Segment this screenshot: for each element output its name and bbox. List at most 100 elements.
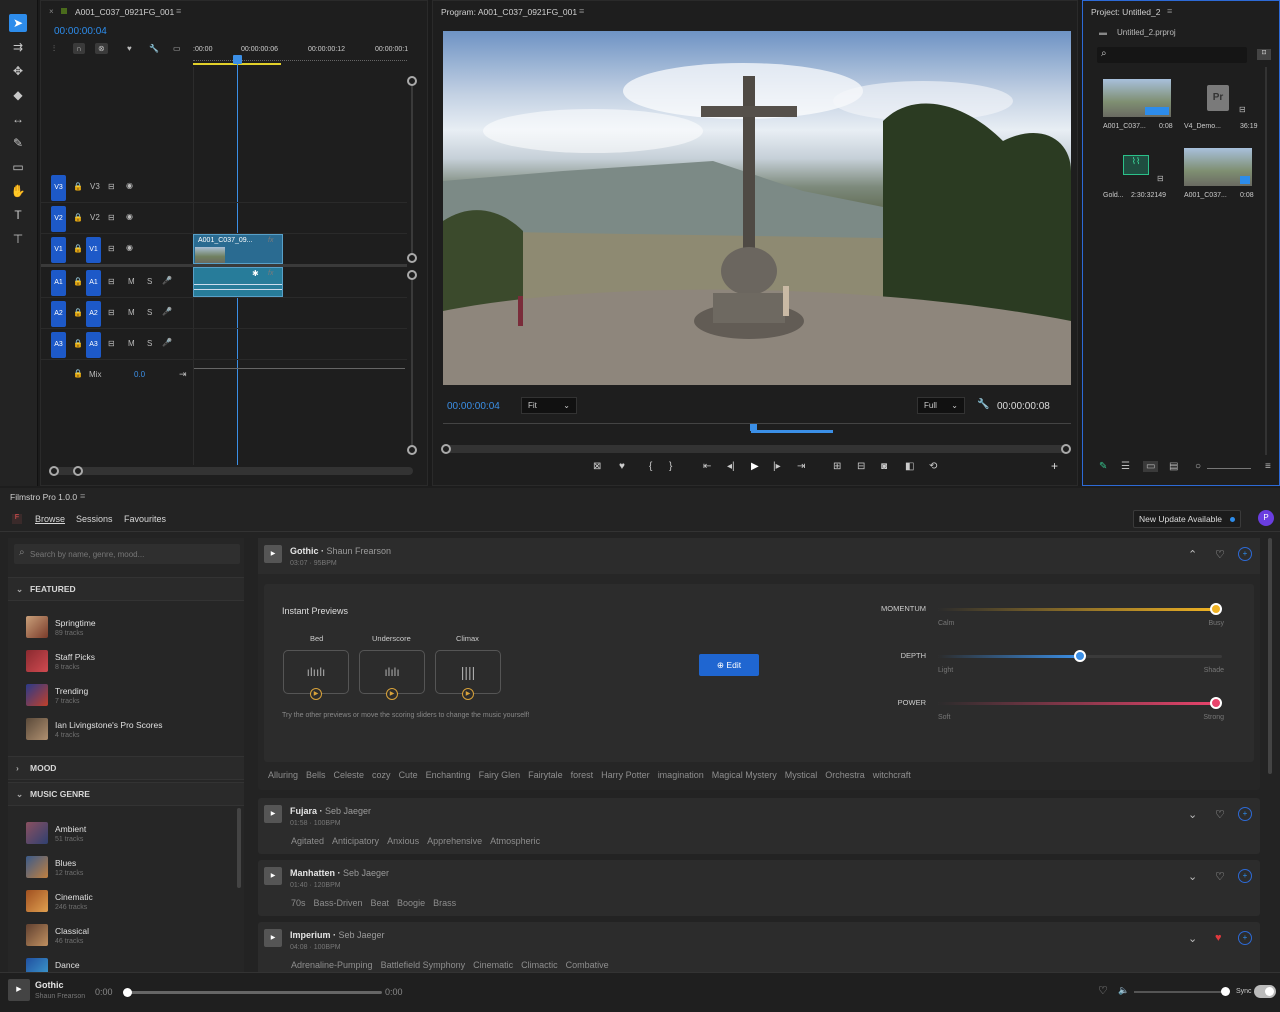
menu-icon[interactable]: ≡ (579, 6, 584, 16)
tag[interactable]: Cute (399, 770, 418, 780)
play-icon[interactable]: ▶ (264, 929, 282, 947)
mute-button[interactable]: M (128, 339, 135, 348)
tag[interactable]: imagination (658, 770, 704, 780)
tag[interactable]: Alluring (268, 770, 298, 780)
go-to-out-icon[interactable]: ⇥ (797, 461, 805, 472)
monitor-ruler[interactable] (443, 423, 1071, 435)
resolution-select[interactable]: Full ⌄ (917, 397, 965, 414)
lift-icon[interactable]: ⊞ (833, 461, 841, 472)
project-title[interactable]: Project: Untitled_2 (1091, 7, 1160, 17)
sync-lock-icon[interactable]: ⊟ (108, 182, 115, 191)
tag[interactable]: cozy (372, 770, 391, 780)
razor-tool-icon[interactable]: ◆ (9, 86, 27, 104)
tag[interactable]: 70s (291, 898, 306, 908)
wrench-icon[interactable]: 🔧 (977, 399, 989, 410)
monitor-playhead[interactable] (750, 424, 757, 431)
volume-icon[interactable]: 🔈 (1118, 985, 1129, 996)
video-scrollbar[interactable] (411, 86, 413, 254)
tag[interactable]: Climactic (521, 960, 558, 970)
play-icon[interactable]: ▶ (264, 545, 282, 563)
thumbnail-size-slider[interactable] (1207, 468, 1251, 469)
project-item-name[interactable]: A001_C037... (1103, 123, 1146, 130)
mic-icon[interactable]: 🎤 (162, 338, 172, 347)
audio-file-icon[interactable]: ⌇⌇ (1123, 155, 1149, 175)
tag[interactable]: Combative (566, 960, 609, 970)
track-source-a2[interactable]: A2 (86, 301, 101, 327)
project-search[interactable]: ⌕ (1097, 47, 1247, 63)
project-item-name[interactable]: A001_C037... (1184, 192, 1227, 199)
premiere-project-icon[interactable]: Pr (1207, 85, 1229, 111)
step-back-icon[interactable]: ◂| (727, 461, 735, 472)
track-card-expanded[interactable]: ▶ Gothic · Shaun Frearson 03:07 · 95BPM … (258, 538, 1260, 790)
mute-button[interactable]: M (128, 277, 135, 286)
tag[interactable]: Bells (306, 770, 326, 780)
lock-icon[interactable]: 🔒 (73, 213, 83, 222)
zoom-handle[interactable] (73, 466, 83, 476)
pencil-icon[interactable]: ✎ (1099, 461, 1107, 472)
tag[interactable]: Fairy Glen (479, 770, 521, 780)
add-marker-icon[interactable]: ♥ (619, 461, 625, 472)
tag[interactable]: Adrenaline-Pumping (291, 960, 373, 970)
go-to-in-icon[interactable]: ⇤ (703, 461, 711, 472)
step-forward-icon[interactable]: |▸ (773, 461, 781, 472)
scroll-handle[interactable] (407, 253, 417, 263)
tag[interactable]: Brass (433, 898, 456, 908)
tag[interactable]: Cinematic (473, 960, 513, 970)
snap-icon[interactable]: ∩ (73, 43, 85, 54)
tag[interactable]: Bass-Driven (314, 898, 363, 908)
tag[interactable]: Harry Potter (601, 770, 650, 780)
mix-lock-icon[interactable]: 🔒 (73, 369, 83, 378)
chevron-up-icon[interactable]: ⌃ (1188, 548, 1197, 561)
tag[interactable]: forest (571, 770, 594, 780)
chevron-down-icon[interactable]: ⌄ (1188, 932, 1197, 945)
track-card[interactable]: ▶ Fujara · Seb Jaeger 01:58 · 100BPM Agitat… (258, 798, 1260, 854)
mic-icon[interactable]: 🎤 (162, 307, 172, 316)
scroll-handle[interactable] (441, 444, 451, 454)
play-icon[interactable]: ▶ (264, 805, 282, 823)
tag[interactable]: Enchanting (426, 770, 471, 780)
linked-selection-icon[interactable]: ⊗ (95, 43, 108, 54)
featured-item[interactable]: Staff Picks 8 tracks (26, 650, 236, 680)
solo-button[interactable]: S (147, 339, 152, 348)
sequence-title[interactable]: A001_C037_0921FG_001 (75, 7, 174, 17)
track-target-a1[interactable]: A1 (51, 270, 66, 296)
sync-lock-icon[interactable]: ⊟ (108, 244, 115, 253)
volume-knob[interactable] (1221, 987, 1230, 996)
lock-icon[interactable]: 🔒 (73, 308, 83, 317)
solo-button[interactable]: S (147, 277, 152, 286)
monitor-scrollbar[interactable] (443, 445, 1071, 453)
monitor-title[interactable]: Program: A001_C037_0921FG_001 (441, 7, 577, 17)
tag[interactable]: Orchestra (825, 770, 865, 780)
genre-item[interactable]: Blues 12 tracks (26, 856, 236, 886)
zoom-handle[interactable] (49, 466, 59, 476)
caption-tool-icon[interactable]: ⊤ (9, 230, 27, 248)
player-play-icon[interactable]: ▶ (8, 979, 30, 1001)
track-source-a3[interactable]: A3 (86, 332, 101, 358)
play-icon[interactable]: ▶ (462, 688, 474, 700)
track-target-v3[interactable]: V3 (51, 175, 66, 201)
track-target-v1[interactable]: V1 (51, 237, 66, 263)
tab-favourites[interactable]: Favourites (124, 514, 166, 524)
sidebar-scrollbar[interactable] (237, 808, 241, 888)
mood-section[interactable]: › MOOD (8, 756, 244, 780)
genre-item[interactable]: Classical 46 tracks (26, 924, 236, 954)
mark-out-icon[interactable]: } (669, 461, 672, 472)
update-button[interactable]: New Update Available (1133, 510, 1241, 528)
tag[interactable]: Anxious (387, 836, 419, 846)
eye-icon[interactable]: ◉ (126, 243, 133, 252)
mix-end-icon[interactable]: ⇥ (179, 369, 187, 380)
heart-icon[interactable]: ♡ (1215, 808, 1225, 821)
compare-icon[interactable]: ◧ (905, 461, 914, 472)
type-tool-icon[interactable]: T (9, 206, 27, 224)
project-scrollbar[interactable] (1265, 67, 1267, 455)
genre-item[interactable]: Ambient 51 tracks (26, 822, 236, 852)
lock-icon[interactable]: 🔒 (73, 244, 83, 253)
scroll-handle[interactable] (407, 270, 417, 280)
featured-item[interactable]: Trending 7 tracks (26, 684, 236, 714)
heart-icon[interactable]: ♥ (1215, 932, 1222, 944)
chevron-down-icon[interactable]: ⌄ (1188, 870, 1197, 883)
track-select-tool-icon[interactable]: ⇉ (9, 38, 27, 56)
scroll-handle[interactable] (407, 76, 417, 86)
tab-sessions[interactable]: Sessions (76, 514, 113, 524)
sync-lock-icon[interactable]: ⊟ (108, 213, 115, 222)
